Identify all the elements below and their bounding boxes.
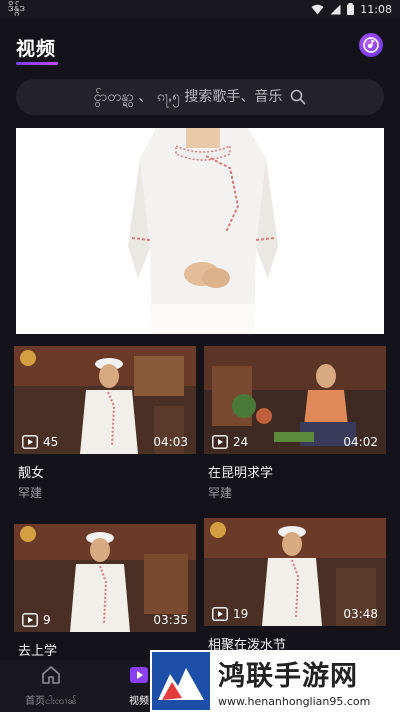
- play-icon: [22, 435, 38, 449]
- music-disc-icon: [363, 37, 379, 53]
- watermark-name: 鸿联手游网: [218, 661, 358, 692]
- clock: 11:08: [360, 2, 392, 16]
- carrier-label: ဒိန္ဂ်ဒ: [8, 1, 26, 14]
- video-artist[interactable]: 罕建: [18, 484, 42, 501]
- search-icon: [291, 89, 306, 105]
- watermark-url: www.henanhonglian95.com: [218, 695, 371, 708]
- play-count: 24: [212, 435, 248, 449]
- banner-image: [16, 128, 384, 334]
- page-header: 视频: [0, 18, 400, 70]
- video-duration: 04:02: [343, 435, 378, 449]
- video-artist[interactable]: 罕建: [208, 484, 232, 501]
- wifi-icon: [311, 4, 324, 14]
- video-duration: 03:48: [343, 607, 378, 621]
- home-icon: [42, 666, 60, 684]
- search-placeholder: ငွ်ာတန္ရွာ 、 ၵႃႇ၅ 搜索歌手、音乐: [93, 89, 283, 105]
- battery-icon: [347, 3, 355, 15]
- video-duration: 04:03: [153, 435, 188, 449]
- play-icon: [212, 435, 228, 449]
- tab-home-label: 首页ငါးၸၢၼ်: [25, 696, 77, 707]
- search-input[interactable]: ငွ်ာတန္ရွာ 、 ၵႃႇ၅ 搜索歌手、音乐: [16, 79, 384, 115]
- music-disc-button[interactable]: [359, 33, 383, 57]
- play-count: 45: [22, 435, 58, 449]
- video-title[interactable]: 在昆明求学: [208, 462, 273, 481]
- status-bar: ဒိန္ဂ်ဒ 11:08: [0, 0, 400, 18]
- video-thumbnail[interactable]: 9 03:35: [14, 524, 196, 632]
- video-title[interactable]: 去上学: [18, 640, 57, 659]
- play-count: 19: [212, 607, 248, 621]
- play-icon: [212, 607, 228, 621]
- title-underline: [16, 62, 58, 65]
- video-thumbnail[interactable]: 24 04:02: [204, 346, 386, 454]
- watermark-logo-icon: [152, 652, 210, 710]
- video-thumbnail[interactable]: 45 04:03: [14, 346, 196, 454]
- video-title[interactable]: 靓女: [18, 462, 44, 481]
- video-tab-icon: [130, 667, 148, 683]
- video-thumbnail[interactable]: 19 03:48: [204, 518, 386, 626]
- play-icon: [22, 613, 38, 627]
- play-count: 9: [22, 613, 51, 627]
- tab-home[interactable]: 首页ငါးၸၢၼ်: [16, 664, 86, 709]
- video-duration: 03:35: [153, 613, 188, 627]
- page-title: 视频: [16, 38, 57, 60]
- watermark-overlay: 鸿联手游网 www.henanhonglian95.com: [150, 650, 400, 712]
- signal-icon: [330, 4, 341, 14]
- featured-banner[interactable]: [16, 128, 384, 334]
